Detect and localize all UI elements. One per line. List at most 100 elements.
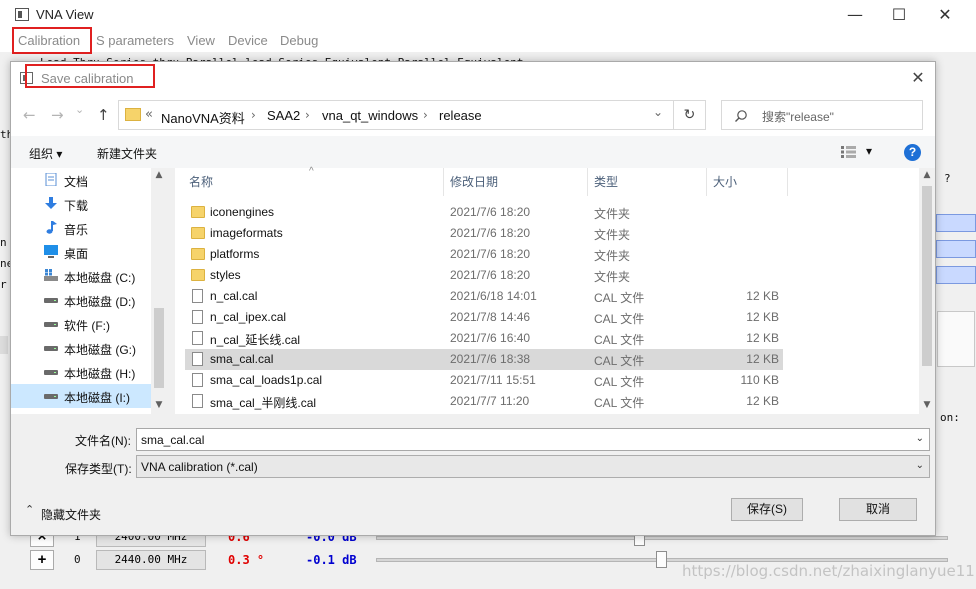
view-options-dropdown-icon[interactable]: ▾: [866, 144, 872, 158]
menu-debug[interactable]: Debug: [280, 33, 318, 48]
menu-device[interactable]: Device: [228, 33, 268, 48]
up-arrow-icon[interactable]: ↑: [97, 106, 110, 124]
file-row-file[interactable]: sma_cal_loads1p.cal 2021/7/11 15:51 CAL …: [185, 370, 783, 391]
close-button[interactable]: ✕: [922, 0, 968, 30]
column-header-date[interactable]: 修改日期: [444, 168, 588, 196]
marker-slider-thumb[interactable]: [656, 551, 667, 568]
bg-blue-button-1[interactable]: [936, 214, 976, 232]
scroll-down-icon[interactable]: ▼: [919, 400, 935, 410]
breadcrumb-separator-icon[interactable]: ›: [251, 108, 256, 122]
bg-right-strip: [937, 118, 975, 132]
column-divider[interactable]: [787, 168, 788, 196]
filename-input[interactable]: sma_cal.cal ⌄: [136, 428, 930, 451]
chevron-down-icon[interactable]: ⌄: [916, 433, 924, 444]
marker-number: 0: [74, 553, 81, 566]
scroll-down-icon[interactable]: ▼: [151, 400, 167, 410]
file-row-folder[interactable]: platforms 2021/7/6 18:20 文件夹: [185, 244, 783, 265]
back-arrow-icon[interactable]: ←: [23, 106, 36, 124]
navigation-tree: 文档 下载 音乐 桌面 本地磁盘 (C:) 本地磁盘 (D:) 软件 (F:): [11, 168, 167, 414]
file-date: 2021/7/6 16:40: [450, 331, 531, 345]
sort-arrow-icon: ^: [309, 166, 314, 177]
tree-item-drive-f[interactable]: 软件 (F:): [11, 312, 151, 336]
marker-slider-track[interactable]: [376, 536, 948, 540]
file-list-scrollbar[interactable]: ▲ ▼: [919, 168, 935, 414]
menu-s-parameters[interactable]: S parameters: [96, 33, 174, 48]
file-type: CAL 文件: [594, 375, 645, 389]
breadcrumb-item[interactable]: release: [439, 108, 482, 123]
file-row-file-selected[interactable]: sma_cal.cal 2021/7/6 18:38 CAL 文件 12 KB: [185, 349, 783, 370]
scroll-up-icon[interactable]: ▲: [919, 170, 935, 180]
hide-folders-toggle[interactable]: 隐藏文件夹: [41, 506, 101, 523]
file-type: CAL 文件: [594, 291, 645, 305]
tree-item-desktop[interactable]: 桌面: [11, 240, 151, 264]
file-row-file[interactable]: n_cal.cal 2021/6/18 14:01 CAL 文件 12 KB: [185, 286, 783, 307]
column-header-type[interactable]: 类型: [588, 168, 706, 196]
file-size: 110 KB: [740, 373, 779, 387]
tree-item-drive-h[interactable]: 本地磁盘 (H:): [11, 360, 151, 384]
file-row-folder[interactable]: iconengines 2021/7/6 18:20 文件夹: [185, 202, 783, 223]
tree-item-drive-c[interactable]: 本地磁盘 (C:): [11, 264, 151, 288]
tree-scrollbar[interactable]: ▲ ▼: [151, 168, 167, 414]
marker-frequency[interactable]: 2440.00 MHz: [96, 550, 206, 570]
chevron-down-icon[interactable]: ⌄: [916, 460, 924, 471]
help-icon[interactable]: ?: [904, 144, 921, 161]
minimize-button[interactable]: —: [832, 0, 878, 30]
tree-item-documents[interactable]: 文档: [11, 168, 151, 192]
tree-item-drive-g[interactable]: 本地磁盘 (G:): [11, 336, 151, 360]
folder-icon: [191, 248, 205, 260]
bg-fragment-q: ?: [944, 172, 951, 185]
bg-side-panel: [937, 311, 975, 367]
filetype-select[interactable]: VNA calibration (*.cal) ⌄: [136, 455, 930, 478]
address-dropdown-icon[interactable]: ⌄: [653, 105, 663, 119]
file-date: 2021/7/6 18:20: [450, 247, 531, 261]
forward-arrow-icon[interactable]: →: [51, 106, 64, 124]
dialog-close-icon[interactable]: ✕: [907, 68, 929, 88]
file-row-file[interactable]: n_cal_延长线.cal 2021/7/6 16:40 CAL 文件 12 K…: [185, 328, 783, 349]
recent-locations-icon[interactable]: ⌄: [75, 103, 84, 116]
breadcrumb-item[interactable]: NanoVNA资料: [161, 108, 245, 127]
navigation-row: ← → ⌄ ↑ « NanoVNA资料 › SAA2 › vna_qt_wind…: [11, 94, 935, 136]
file-name: n_cal_ipex.cal: [210, 310, 287, 324]
organize-button[interactable]: 组织 ▾: [29, 145, 62, 162]
view-list-icon[interactable]: [841, 146, 859, 158]
file-date: 2021/7/6 18:20: [450, 205, 531, 219]
new-folder-button[interactable]: 新建文件夹: [97, 145, 157, 162]
scroll-up-icon[interactable]: ▲: [151, 170, 167, 180]
tree-item-drive-d[interactable]: 本地磁盘 (D:): [11, 288, 151, 312]
file-icon: [192, 373, 203, 387]
breadcrumb-item[interactable]: vna_qt_windows: [322, 108, 418, 123]
bg-fragment-r: r: [0, 278, 7, 291]
breadcrumb-overflow-icon[interactable]: «: [145, 107, 153, 122]
save-button[interactable]: 保存(S): [731, 498, 803, 521]
file-row-file[interactable]: sma_cal_半刚线.cal 2021/7/7 11:20 CAL 文件 12…: [185, 391, 783, 412]
app-title: VNA View: [36, 7, 94, 22]
windows-drive-icon: [44, 269, 58, 281]
tree-item-music[interactable]: 音乐: [11, 216, 151, 240]
tree-item-downloads[interactable]: 下载: [11, 192, 151, 216]
bg-blue-button-2[interactable]: [936, 240, 976, 258]
column-header-size[interactable]: 大小: [707, 168, 787, 196]
address-bar[interactable]: « NanoVNA资料 › SAA2 › vna_qt_windows › re…: [118, 100, 674, 130]
tree-item-drive-i[interactable]: 本地磁盘 (I:): [11, 384, 151, 408]
file-type: CAL 文件: [594, 396, 645, 410]
breadcrumb-separator-icon[interactable]: ›: [305, 108, 310, 122]
filetype-label: 保存类型(T):: [65, 462, 132, 476]
menu-view[interactable]: View: [187, 33, 215, 48]
file-row-folder[interactable]: styles 2021/7/6 18:20 文件夹: [185, 265, 783, 286]
cancel-button[interactable]: 取消: [839, 498, 917, 521]
file-row-folder[interactable]: imageformats 2021/7/6 18:20 文件夹: [185, 223, 783, 244]
breadcrumb-separator-icon[interactable]: ›: [423, 108, 428, 122]
refresh-icon[interactable]: ↻: [674, 100, 706, 130]
chevron-up-icon[interactable]: ⌃: [25, 503, 34, 516]
search-box[interactable]: 搜索"release": [721, 100, 923, 130]
add-marker-button[interactable]: +: [30, 550, 54, 570]
file-name: styles: [210, 268, 241, 282]
main-titlebar: VNA View — ☐ ✕: [0, 0, 976, 30]
maximize-button[interactable]: ☐: [876, 0, 922, 30]
file-list-scroll-thumb[interactable]: [922, 186, 932, 366]
bg-blue-button-3[interactable]: [936, 266, 976, 284]
file-row-file[interactable]: n_cal_ipex.cal 2021/7/8 14:46 CAL 文件 12 …: [185, 307, 783, 328]
tree-item-label: 下载: [64, 199, 89, 213]
tree-scroll-thumb[interactable]: [154, 308, 164, 388]
breadcrumb-item[interactable]: SAA2: [267, 108, 300, 123]
